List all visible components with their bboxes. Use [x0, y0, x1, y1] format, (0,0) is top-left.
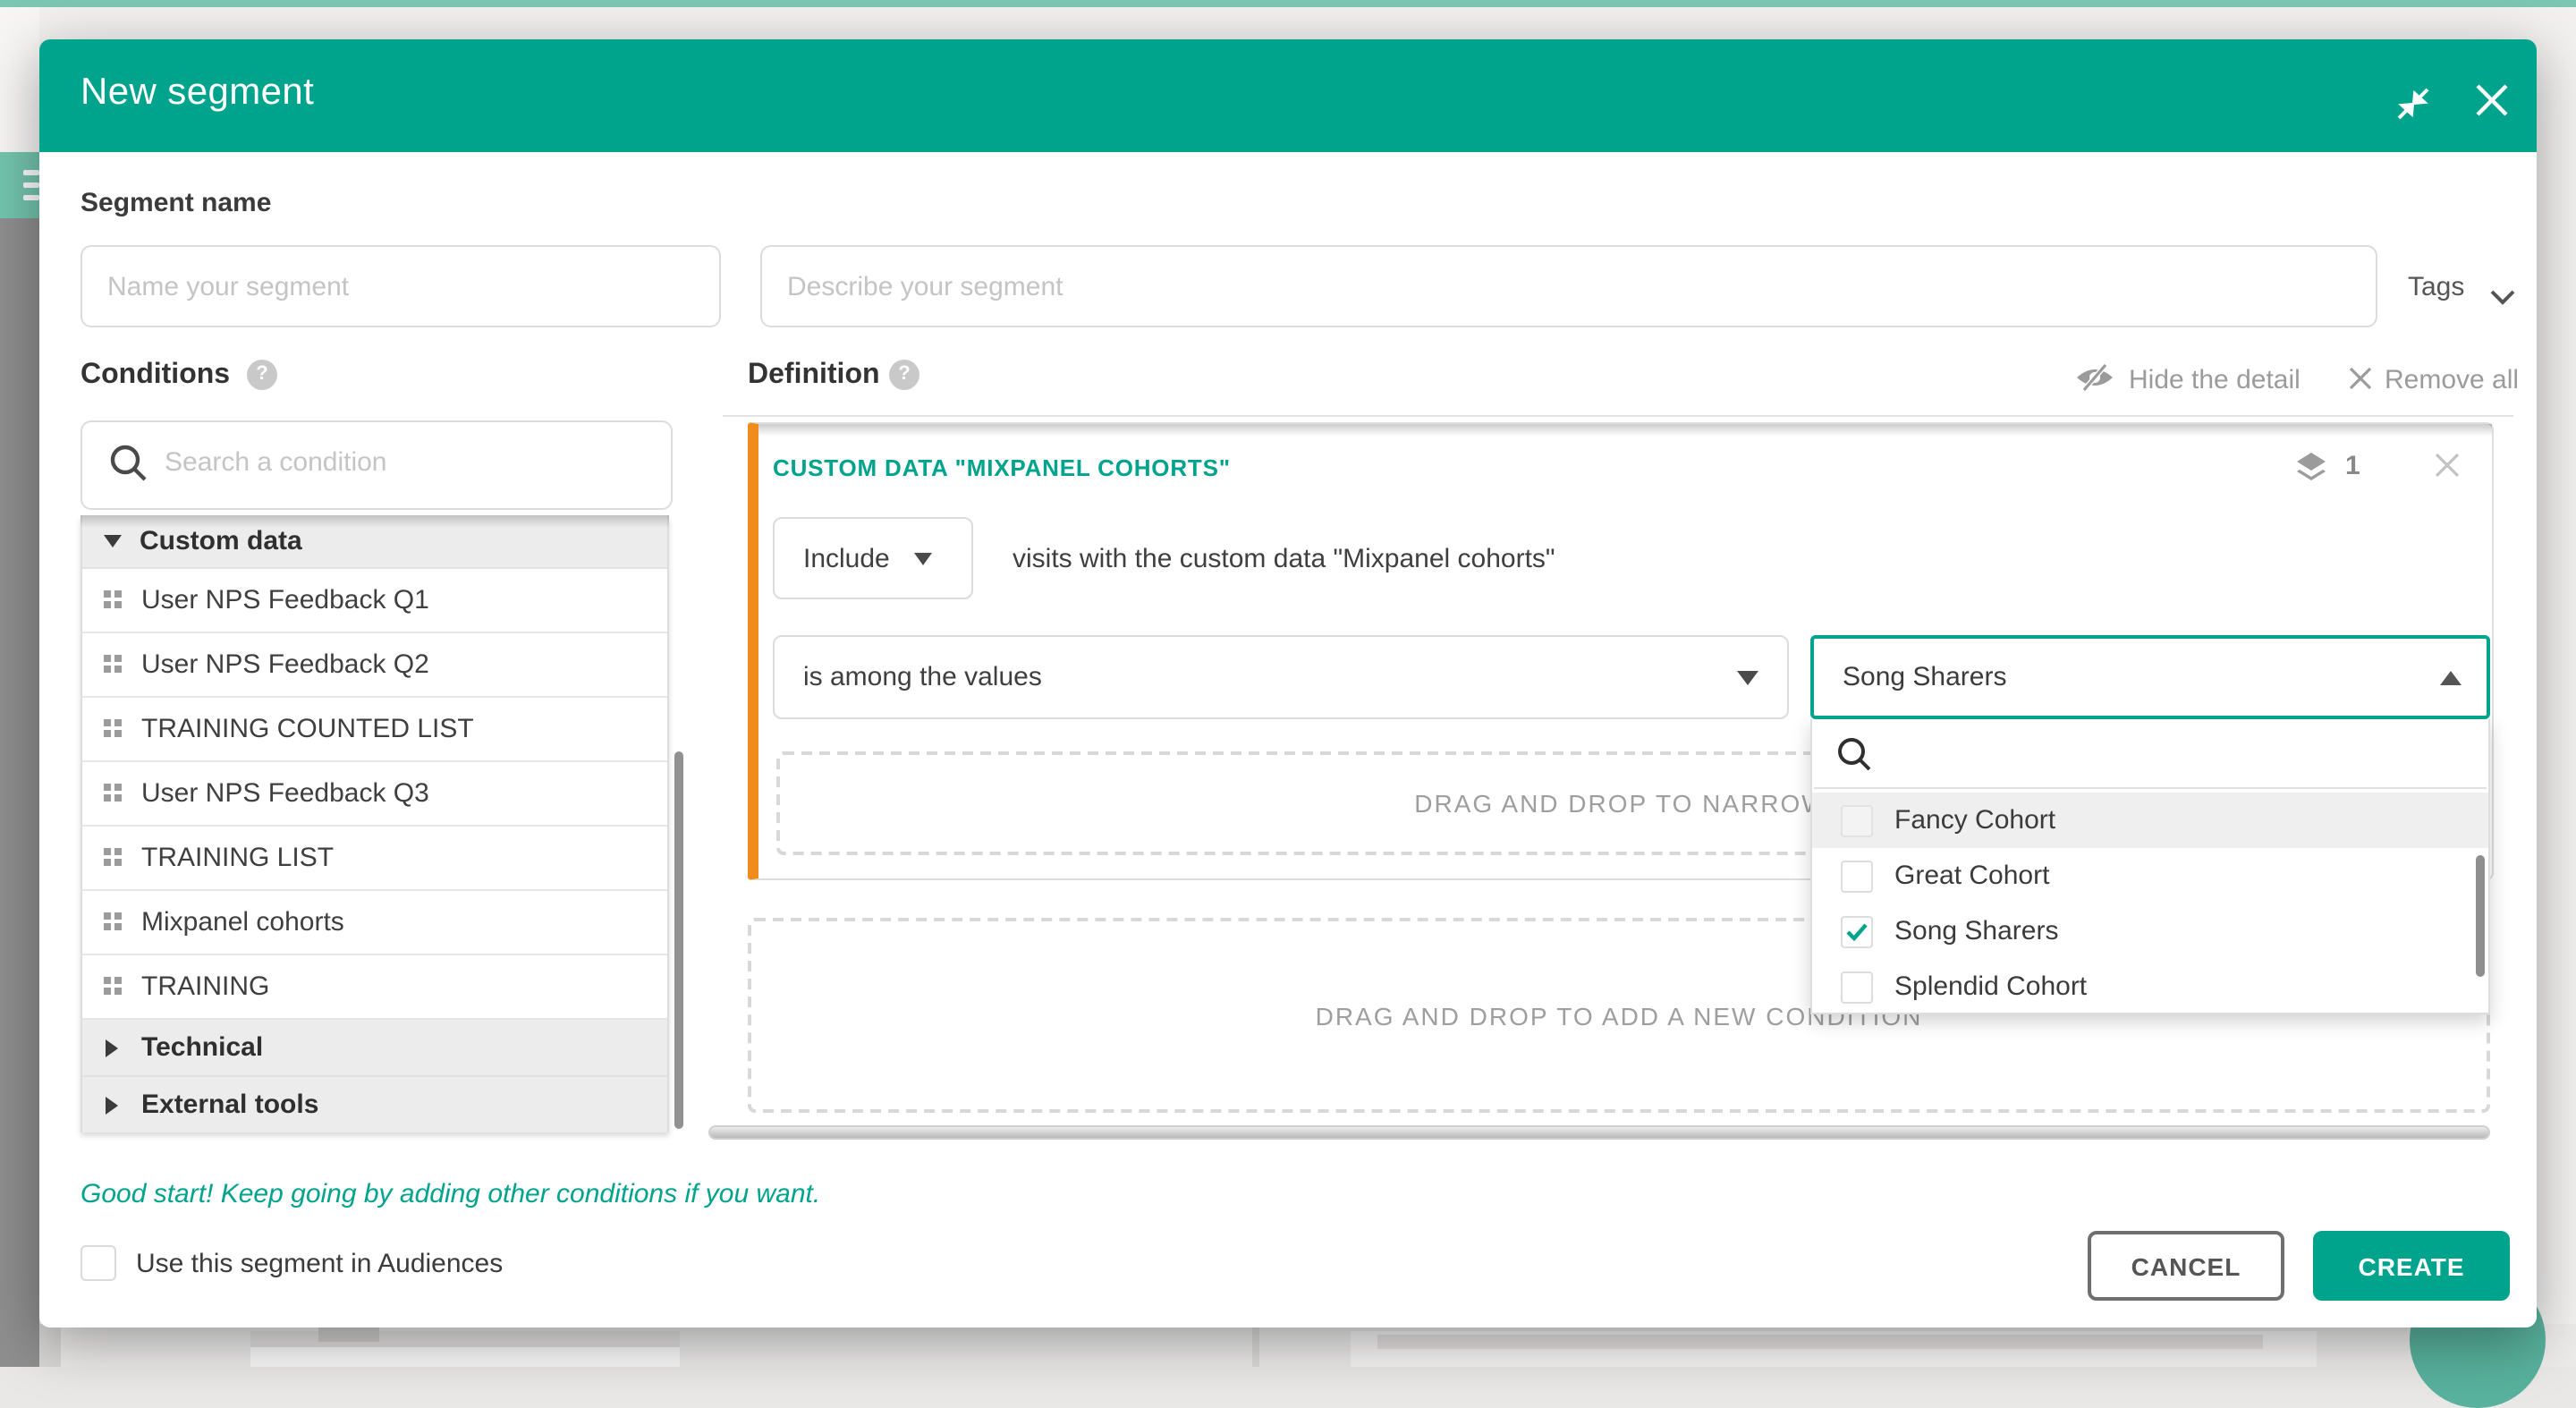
segment-description-input[interactable]: [760, 245, 2377, 327]
narrow-drop-hint: DRAG AND DROP TO NARROW: [1414, 789, 1826, 818]
search-icon: [107, 442, 150, 494]
dropdown-arrow-icon: [1737, 670, 1758, 684]
chevron-collapsed-icon: [106, 1096, 118, 1114]
condition-card-title: CUSTOM DATA "MIXPANEL COHORTS": [773, 454, 1231, 481]
hamburger-icon: [23, 170, 39, 175]
tags-chevron-down-icon[interactable]: [2490, 283, 2515, 315]
screen: New segment Segment name Tags Conditions…: [0, 0, 2576, 1367]
definition-horizontal-scrollbar[interactable]: [708, 1125, 2490, 1140]
condition-item[interactable]: TRAINING LIST: [82, 827, 667, 891]
eye-slash-icon: [2075, 363, 2114, 392]
cohort-option[interactable]: Great Cohort: [1812, 848, 2488, 903]
drag-handle-icon[interactable]: [104, 971, 122, 1002]
condition-item[interactable]: User NPS Feedback Q1: [82, 569, 667, 633]
chevron-expanded-icon: [104, 535, 122, 547]
audiences-checkbox[interactable]: [80, 1245, 116, 1281]
condition-item-label: Mixpanel cohorts: [141, 907, 344, 937]
include-dropdown[interactable]: Include: [773, 517, 973, 599]
cohort-option-label: Splendid Cohort: [1894, 971, 2087, 1002]
modal-title: New segment: [80, 72, 314, 115]
condition-item[interactable]: Mixpanel cohorts: [82, 891, 667, 955]
create-button[interactable]: CREATE: [2313, 1231, 2510, 1301]
dropdown-scrollbar[interactable]: [2476, 855, 2485, 977]
condition-item-label: User NPS Feedback Q2: [141, 649, 429, 680]
condition-layer-count: 1: [2345, 451, 2360, 481]
collapse-icon[interactable]: [2394, 84, 2433, 132]
check-icon: [1848, 924, 1866, 937]
cohort-option[interactable]: Song Sharers: [1812, 903, 2488, 959]
background-menu-toggle: [0, 152, 39, 218]
definition-heading: Definition: [748, 360, 880, 392]
checkbox[interactable]: [1841, 915, 1873, 947]
hide-detail-button[interactable]: [2075, 363, 2114, 401]
cohort-option-label: Great Cohort: [1894, 861, 2049, 891]
checkbox[interactable]: [1841, 971, 1873, 1003]
tags-label: Tags: [2408, 272, 2464, 302]
operator-select[interactable]: is among the values: [773, 635, 1789, 719]
condition-item-label: User NPS Feedback Q3: [141, 778, 429, 809]
page-top-accent-bar: [0, 0, 2576, 7]
condition-item[interactable]: User NPS Feedback Q3: [82, 762, 667, 827]
conditions-help-icon[interactable]: ?: [247, 360, 277, 390]
chevron-collapsed-icon: [106, 1039, 118, 1056]
tags-dropdown[interactable]: Tags: [2408, 272, 2464, 302]
remove-all-label[interactable]: Remove all: [2385, 365, 2519, 395]
checkbox[interactable]: [1841, 860, 1873, 892]
hide-detail-label[interactable]: Hide the detail: [2129, 365, 2301, 395]
drag-handle-icon[interactable]: [104, 714, 122, 744]
cohort-option-label: Fancy Cohort: [1894, 805, 2055, 835]
modal-header: [39, 39, 2537, 152]
background-sidebar: [0, 218, 39, 1367]
encouragement-message: Good start! Keep going by adding other c…: [80, 1179, 820, 1209]
close-icon[interactable]: [2470, 79, 2513, 131]
condition-item[interactable]: TRAINING COUNTED LIST: [82, 698, 667, 762]
background-column: [39, 1324, 61, 1367]
segment-name-label: Segment name: [80, 188, 271, 218]
conditions-scrollbar[interactable]: [674, 751, 683, 1129]
condition-item-label: TRAINING: [141, 971, 269, 1002]
condition-item-label: User NPS Feedback Q1: [141, 585, 429, 615]
operator-value: is among the values: [803, 662, 1737, 692]
dropdown-search-icon[interactable]: [1835, 735, 1875, 784]
group-external-tools[interactable]: External tools: [82, 1077, 667, 1132]
condition-sentence: visits with the custom data "Mixpanel co…: [1013, 544, 1555, 574]
cohort-option-label: Song Sharers: [1894, 916, 2058, 946]
layers-icon: [2293, 449, 2329, 494]
checkbox[interactable]: [1841, 804, 1873, 836]
condition-close-icon[interactable]: [2433, 451, 2462, 488]
cohort-option[interactable]: Splendid Cohort: [1812, 959, 2488, 1014]
values-select-value: Song Sharers: [1843, 662, 2006, 692]
drag-handle-icon[interactable]: [104, 843, 122, 873]
conditions-list: Custom data User NPS Feedback Q1 User NP…: [80, 515, 669, 1132]
drag-handle-icon[interactable]: [104, 585, 122, 615]
dropdown-arrow-icon: [915, 552, 933, 564]
definition-help-icon[interactable]: ?: [889, 360, 919, 390]
drag-handle-icon[interactable]: [104, 907, 122, 937]
condition-item-label: TRAINING LIST: [141, 843, 334, 873]
conditions-heading: Conditions: [80, 360, 230, 392]
remove-all-x-icon[interactable]: [2349, 367, 2372, 399]
cancel-button[interactable]: CANCEL: [2088, 1231, 2284, 1301]
group-technical[interactable]: Technical: [82, 1020, 667, 1077]
include-label: Include: [803, 543, 890, 573]
dropdown-arrow-up-icon: [2440, 670, 2462, 684]
condition-item-label: TRAINING COUNTED LIST: [141, 714, 474, 744]
condition-search-placeholder: Search a condition: [165, 447, 387, 478]
condition-item[interactable]: User NPS Feedback Q2: [82, 633, 667, 698]
segment-name-input[interactable]: [80, 245, 721, 327]
values-select[interactable]: Song Sharers: [1810, 635, 2490, 719]
drag-handle-icon[interactable]: [104, 649, 122, 680]
cohort-option[interactable]: Fancy Cohort: [1812, 793, 2488, 848]
drag-handle-icon[interactable]: [104, 778, 122, 809]
background-header-strip: [0, 7, 39, 152]
condition-item[interactable]: TRAINING: [82, 955, 667, 1020]
audiences-checkbox-label: Use this segment in Audiences: [136, 1249, 503, 1279]
